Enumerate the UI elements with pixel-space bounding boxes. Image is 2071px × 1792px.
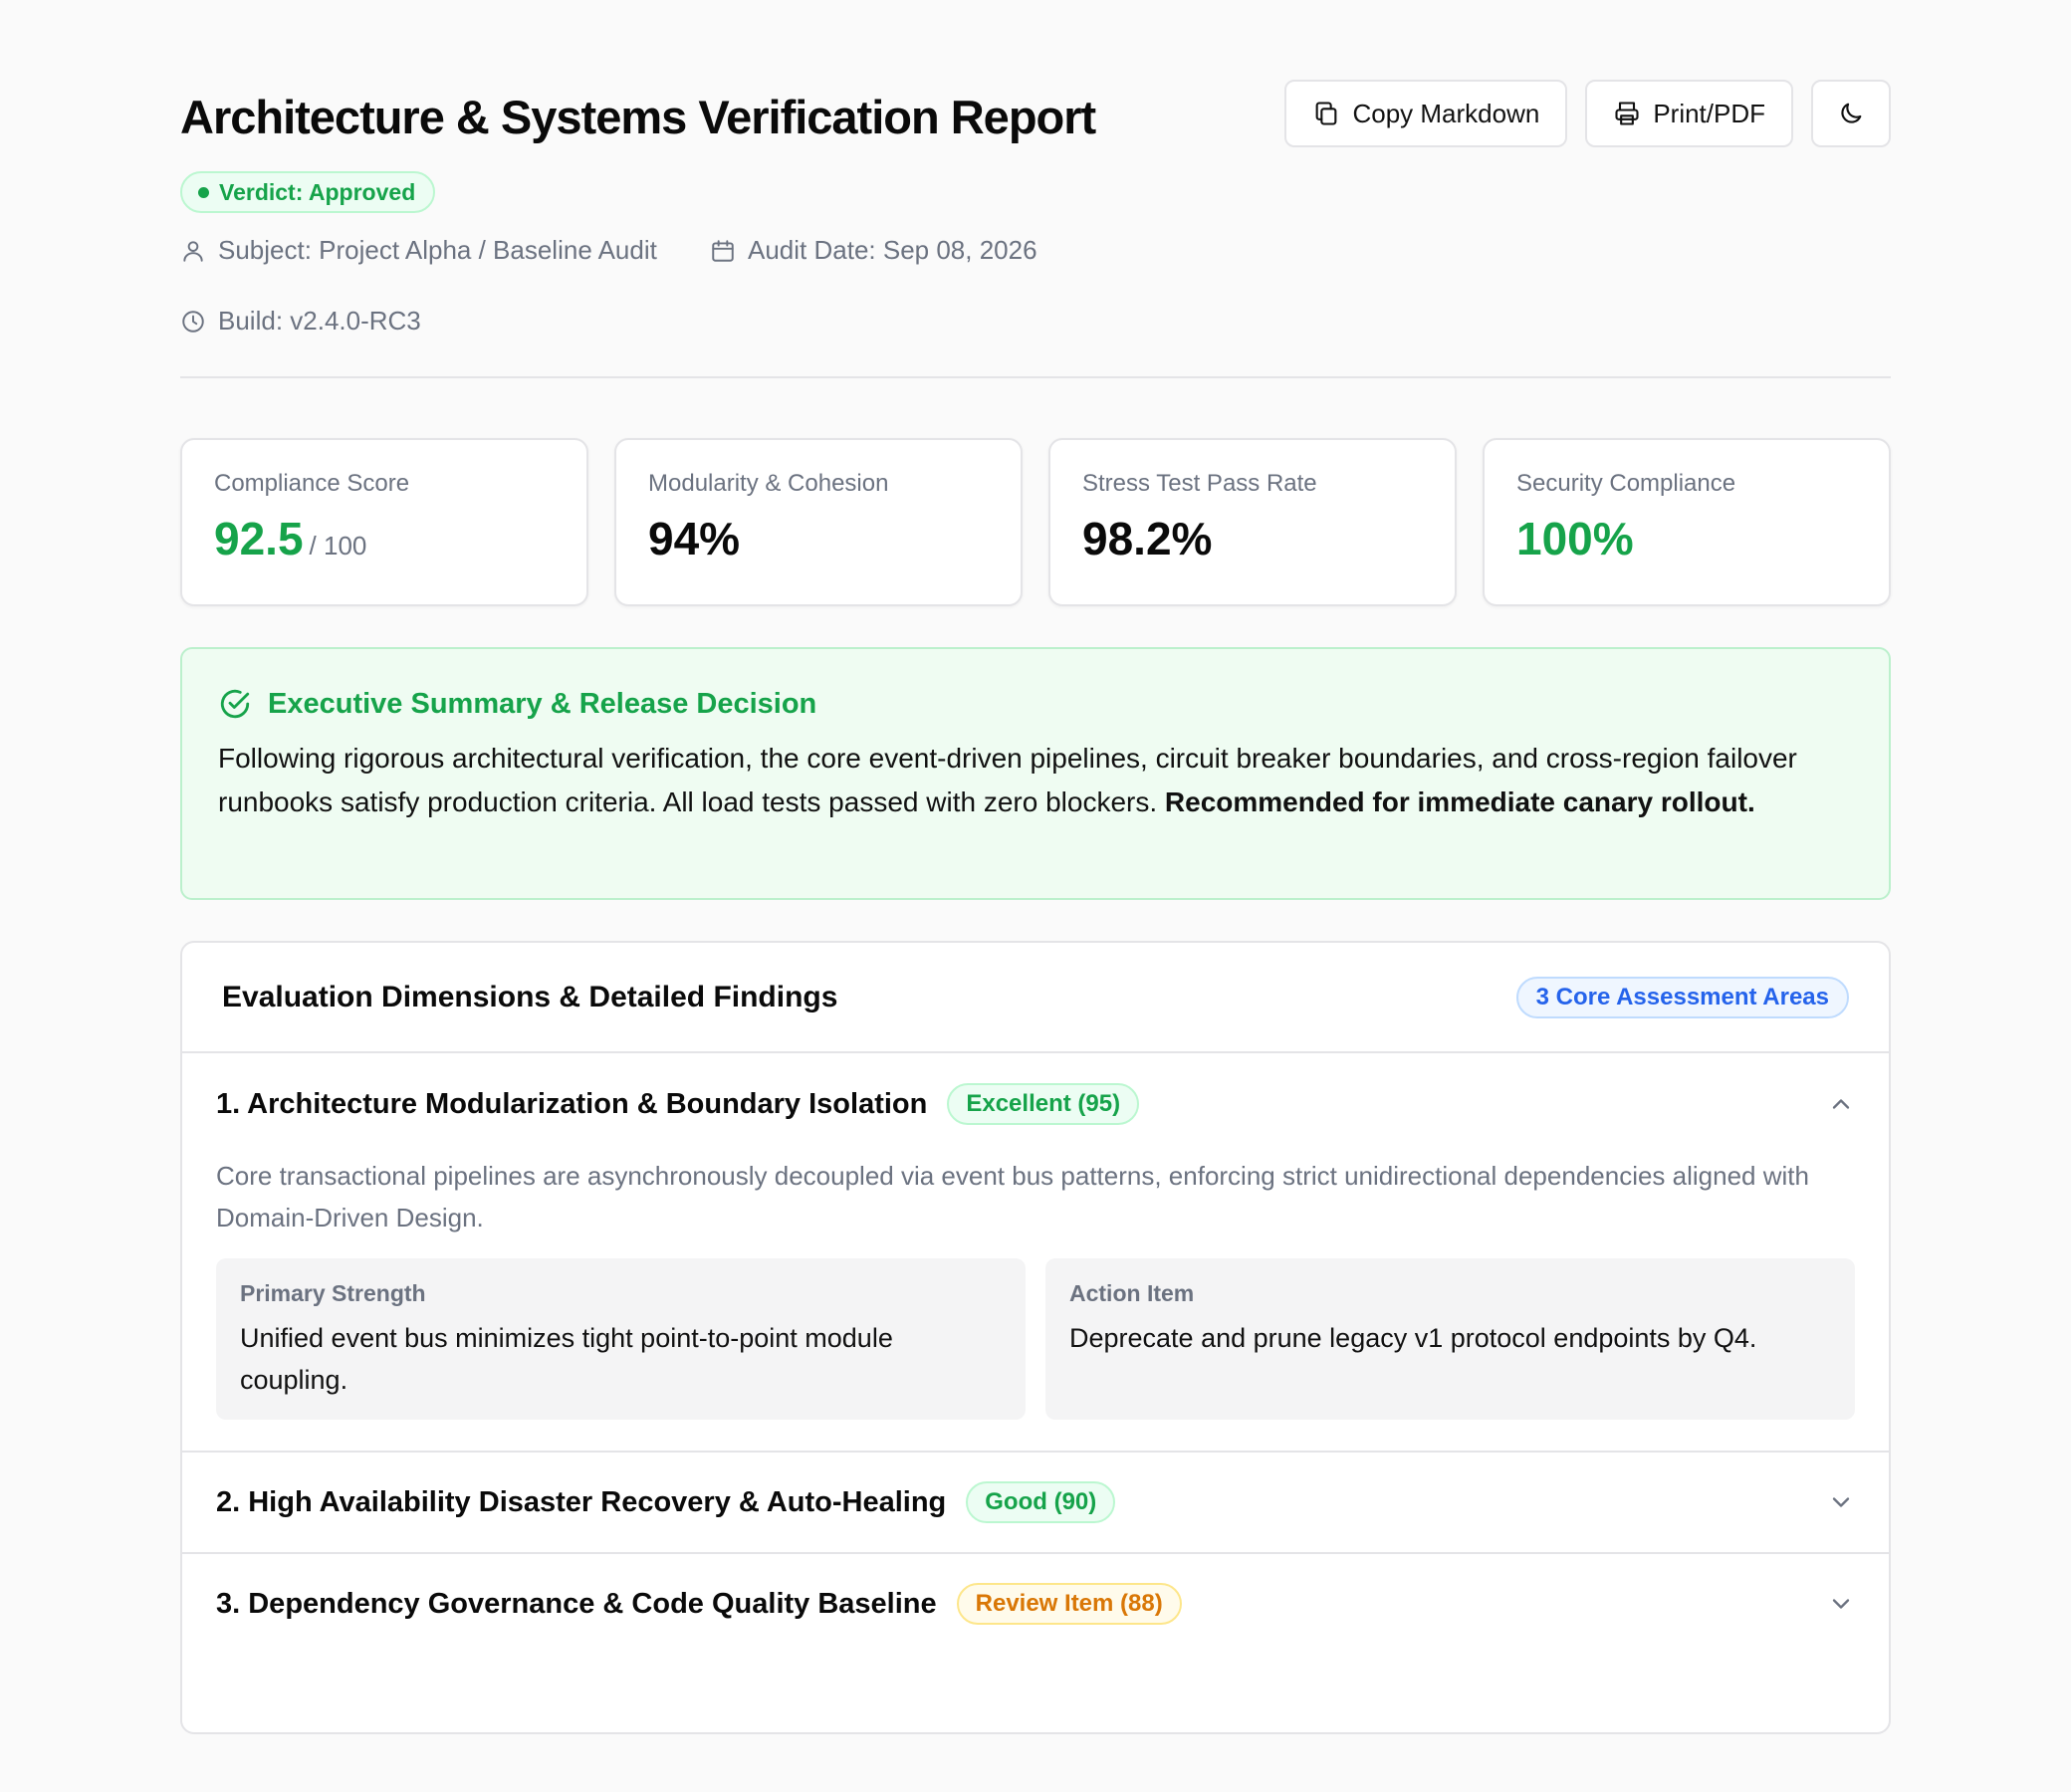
stat-label: Security Compliance [1516, 470, 1736, 497]
copy-markdown-label: Copy Markdown [1352, 98, 1540, 128]
finding-title-row: 1. Architecture Modularization & Boundar… [216, 1083, 1140, 1125]
finding-title: 1. Architecture Modularization & Boundar… [216, 1087, 928, 1120]
finding-item-body: Core transactional pipelines are asynchr… [182, 1155, 1889, 1420]
print-pdf-button[interactable]: Print/PDF [1585, 80, 1793, 147]
copy-icon [1316, 102, 1337, 125]
print-pdf-label: Print/PDF [1653, 98, 1765, 128]
finding-item-header[interactable]: 3. Dependency Governance & Code Quality … [182, 1554, 1889, 1654]
stat-label: Compliance Score [214, 470, 410, 497]
clock-icon [182, 310, 204, 333]
build-text: Build: v2.4.0-RC3 [218, 306, 421, 336]
finding-title-row: 3. Dependency Governance & Code Quality … [216, 1583, 1182, 1625]
calendar-icon [712, 239, 734, 262]
check-circle-icon [220, 689, 250, 719]
stat-card-modularity: Modularity & Cohesion 94% [614, 438, 1023, 606]
stat-value-row: 92.5/ 100 [214, 512, 555, 565]
findings-title: Evaluation Dimensions & Detailed Finding… [222, 980, 838, 1013]
header-actions: Copy Markdown Print/PDF [1284, 80, 1891, 147]
assessment-count-badge: 3 Core Assessment Areas [1515, 976, 1849, 1018]
status-dot-icon [198, 186, 209, 198]
summary-text: Following rigorous architectural verific… [218, 737, 1853, 824]
finding-item: 2. High Availability Disaster Recovery &… [182, 1453, 1889, 1554]
page-title: Architecture & Systems Verification Repo… [180, 91, 1096, 143]
rating-badge: Review Item (88) [956, 1583, 1182, 1625]
subject-text: Subject: Project Alpha / Baseline Audit [218, 235, 657, 265]
summary-title: Executive Summary & Release Decision [268, 687, 817, 720]
finding-title-row: 2. High Availability Disaster Recovery &… [216, 1481, 1116, 1523]
finding-item: 1. Architecture Modularization & Boundar… [182, 1053, 1889, 1453]
finding-item: 3. Dependency Governance & Code Quality … [182, 1554, 1889, 1654]
action-item-card: Action Item Deprecate and prune legacy v… [1045, 1258, 1855, 1420]
stat-card-compliance-score: Compliance Score 92.5/ 100 [180, 438, 588, 606]
finding-title: 3. Dependency Governance & Code Quality … [216, 1587, 937, 1620]
theme-toggle-button[interactable] [1811, 80, 1891, 147]
finding-title: 2. High Availability Disaster Recovery &… [216, 1485, 947, 1518]
summary-emphasis: Recommended for immediate canary rollout… [1164, 786, 1755, 817]
finding-item-header[interactable]: 2. High Availability Disaster Recovery &… [182, 1453, 1889, 1552]
card-text: Unified event bus minimizes tight point-… [240, 1323, 893, 1395]
meta-subject: Subject: Project Alpha / Baseline Audit [180, 235, 657, 266]
rating-badge: Excellent (95) [947, 1083, 1140, 1125]
verdict-badge: Verdict: Approved [180, 171, 436, 213]
finding-cards: Primary Strength Unified event bus minim… [216, 1258, 1855, 1420]
report-page: Architecture & Systems Verification Repo… [0, 0, 2071, 1792]
primary-strength-card: Primary Strength Unified event bus minim… [216, 1258, 1026, 1420]
finding-item-header[interactable]: 1. Architecture Modularization & Boundar… [182, 1053, 1889, 1155]
summary-heading: Executive Summary & Release Decision [218, 687, 1853, 721]
stat-suffix: / 100 [309, 531, 367, 560]
copy-markdown-button[interactable]: Copy Markdown [1284, 80, 1568, 147]
card-label: Action Item [1069, 1280, 1195, 1306]
verdict-label: Verdict: Approved [219, 178, 416, 205]
report-container: Architecture & Systems Verification Repo… [180, 80, 1891, 1734]
stat-label: Stress Test Pass Rate [1082, 470, 1317, 497]
stat-value: 92.5 [214, 513, 304, 564]
stat-value: 98.2% [1082, 513, 1213, 564]
stat-value: 94% [648, 513, 741, 564]
meta-audit-date: Audit Date: Sep 08, 2026 [710, 235, 1037, 266]
stats-row: Compliance Score 92.5/ 100 Modularity & … [180, 438, 1891, 606]
executive-summary: Executive Summary & Release Decision Fol… [180, 647, 1891, 900]
meta-build: Build: v2.4.0-RC3 [180, 306, 421, 336]
findings-header: Evaluation Dimensions & Detailed Finding… [182, 943, 1889, 1053]
stat-label: Modularity & Cohesion [648, 470, 889, 497]
chevron-up-icon[interactable] [1827, 1090, 1855, 1118]
card-label: Primary Strength [240, 1280, 426, 1306]
stat-value: 100% [1516, 513, 1634, 564]
chevron-down-icon[interactable] [1827, 1590, 1855, 1618]
stat-card-stress-test: Stress Test Pass Rate 98.2% [1048, 438, 1457, 606]
card-text: Deprecate and prune legacy v1 protocol e… [1069, 1323, 1757, 1353]
findings-panel: Evaluation Dimensions & Detailed Finding… [180, 941, 1891, 1734]
stat-card-security: Security Compliance 100% [1483, 438, 1891, 606]
printer-icon [1615, 102, 1639, 125]
user-icon [183, 240, 203, 262]
moon-icon [1841, 103, 1862, 123]
audit-date-text: Audit Date: Sep 08, 2026 [748, 235, 1037, 265]
chevron-down-icon[interactable] [1827, 1488, 1855, 1516]
rating-badge: Good (90) [966, 1481, 1116, 1523]
report-header: Architecture & Systems Verification Repo… [180, 80, 1891, 378]
finding-description: Core transactional pipelines are asynchr… [216, 1161, 1809, 1232]
